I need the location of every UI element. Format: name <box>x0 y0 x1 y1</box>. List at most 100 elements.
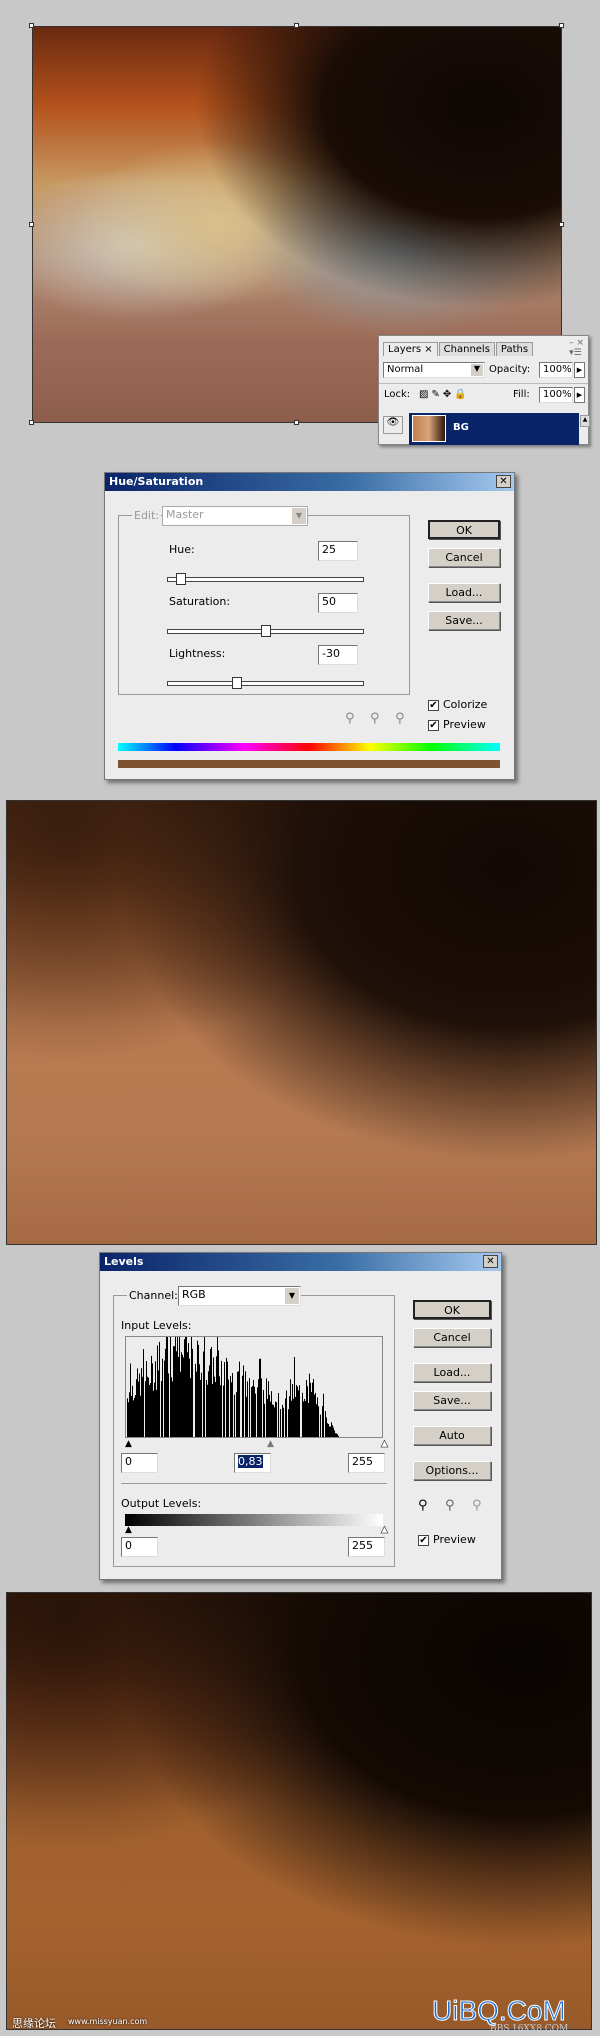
transform-handle[interactable] <box>559 222 564 227</box>
transform-handle[interactable] <box>294 420 299 425</box>
save-button[interactable]: Save... <box>428 611 500 630</box>
lock-all-icon[interactable]: 🔒 <box>454 389 469 400</box>
close-button[interactable]: ✕ <box>496 475 511 488</box>
histogram-bar <box>220 1385 221 1437</box>
preview-checkbox[interactable]: ✔ Preview <box>428 718 486 731</box>
transform-handle[interactable] <box>559 23 564 28</box>
cancel-button[interactable]: Cancel <box>413 1328 491 1347</box>
opacity-input[interactable]: 100% <box>539 362 573 378</box>
input-white-field[interactable]: 255 <box>348 1453 385 1473</box>
saturation-slider[interactable] <box>167 625 364 637</box>
result-color-bar <box>118 760 500 768</box>
histogram-bar <box>172 1381 173 1437</box>
histogram-bar <box>334 1430 335 1437</box>
transform-handle[interactable] <box>29 23 34 28</box>
scroll-up-button[interactable]: ▲ <box>580 415 590 427</box>
colorize-checkbox[interactable]: ✔ Colorize <box>428 698 487 711</box>
histogram-bar <box>326 1417 327 1437</box>
save-button[interactable]: Save... <box>413 1391 491 1410</box>
hue-slider[interactable] <box>167 573 364 585</box>
histogram-bar <box>268 1381 269 1437</box>
eyedropper-minus-icon[interactable]: ⚲ <box>395 711 405 726</box>
tab-paths[interactable]: Paths <box>495 342 534 356</box>
colorized-rust-image <box>6 800 597 1245</box>
histogram-bar <box>190 1378 191 1437</box>
edit-group <box>118 515 410 695</box>
lock-transparency-icon[interactable]: ▨ <box>419 389 431 400</box>
layer-row-bg[interactable]: BG <box>409 413 579 445</box>
histogram-bar <box>276 1402 277 1437</box>
white-point-slider[interactable]: ▲ <box>381 1439 389 1450</box>
cancel-button[interactable]: Cancel <box>428 548 500 567</box>
eyedropper-icon[interactable]: ⚲ <box>345 711 355 726</box>
histogram-bar <box>143 1349 144 1437</box>
chevron-down-icon: ▼ <box>285 1288 299 1304</box>
channel-select[interactable]: RGB ▼ <box>178 1286 301 1306</box>
histogram-bar <box>201 1372 202 1437</box>
histogram-bar <box>197 1340 198 1437</box>
gamma-slider[interactable]: ▲ <box>267 1439 274 1449</box>
load-button[interactable]: Load... <box>413 1363 491 1382</box>
histogram-bar <box>150 1383 151 1437</box>
options-button[interactable]: Options... <box>413 1461 491 1480</box>
transform-handle[interactable] <box>294 23 299 28</box>
black-point-slider[interactable]: ▲ <box>125 1439 132 1449</box>
white-eyedropper-icon[interactable]: ⚲ <box>472 1498 482 1513</box>
lightness-slider-thumb[interactable] <box>232 677 242 689</box>
gray-eyedropper-icon[interactable]: ⚲ <box>445 1498 455 1513</box>
transform-handle[interactable] <box>29 420 34 425</box>
transform-handle[interactable] <box>29 222 34 227</box>
close-button[interactable]: ✕ <box>483 1255 498 1268</box>
eyedropper-plus-icon[interactable]: ⚲ <box>370 711 380 726</box>
lightness-slider[interactable] <box>167 677 364 689</box>
lock-icons[interactable]: ▨✎✥🔒 <box>419 389 470 400</box>
lock-move-icon[interactable]: ✥ <box>443 389 454 400</box>
blend-mode-select[interactable]: Normal ▼ <box>383 362 485 378</box>
hue-label: Hue: <box>169 543 195 556</box>
opacity-arrow-icon[interactable]: ▶ <box>574 362 585 378</box>
ok-button[interactable]: OK <box>413 1300 491 1319</box>
histogram-bar <box>278 1393 279 1437</box>
histogram-bar <box>146 1361 147 1437</box>
histogram-bar <box>309 1373 310 1437</box>
histogram-bar <box>141 1368 142 1437</box>
input-gamma-field[interactable]: 0,83 <box>234 1453 271 1473</box>
lock-brush-icon[interactable]: ✎ <box>431 389 442 400</box>
saturation-input[interactable]: 50 <box>318 593 358 613</box>
tab-channels[interactable]: Channels <box>438 342 495 356</box>
histogram-bar <box>173 1346 174 1437</box>
histogram-bar <box>245 1371 246 1437</box>
histogram-bar <box>157 1345 158 1437</box>
load-button[interactable]: Load... <box>428 583 500 602</box>
histogram-bar <box>312 1382 313 1437</box>
histogram-bar <box>257 1387 258 1437</box>
output-white-slider[interactable]: ▲ <box>381 1525 389 1536</box>
output-white-field[interactable]: 255 <box>348 1537 385 1557</box>
auto-button[interactable]: Auto <box>413 1426 491 1445</box>
ok-button[interactable]: OK <box>428 520 500 539</box>
preview-checkbox[interactable]: ✔ Preview <box>418 1533 476 1546</box>
colorize-label: Colorize <box>443 698 488 711</box>
tab-layers[interactable]: Layers × <box>383 342 438 356</box>
histogram-bar <box>282 1404 283 1437</box>
input-black-field[interactable]: 0 <box>121 1453 158 1473</box>
histogram-bar <box>199 1364 200 1437</box>
histogram-bar <box>271 1391 272 1437</box>
lightness-input[interactable]: -30 <box>318 645 358 665</box>
hue-input[interactable]: 25 <box>318 541 358 561</box>
black-eyedropper-icon[interactable]: ⚲ <box>418 1498 428 1513</box>
histogram-bar <box>214 1376 215 1437</box>
fill-arrow-icon[interactable]: ▶ <box>574 387 585 403</box>
output-black-field[interactable]: 0 <box>121 1537 158 1557</box>
panel-menu-icon[interactable]: – × ▾☰ <box>569 338 584 358</box>
output-black-slider[interactable]: ▲ <box>125 1525 132 1535</box>
histogram-bar <box>328 1423 329 1437</box>
histogram-bar <box>135 1395 136 1437</box>
histogram-bar <box>191 1337 192 1437</box>
saturation-slider-thumb[interactable] <box>261 625 271 637</box>
hue-slider-thumb[interactable] <box>176 573 186 585</box>
histogram-bar <box>161 1380 162 1437</box>
histogram-bar <box>335 1433 336 1437</box>
fill-input[interactable]: 100% <box>539 387 573 403</box>
eye-icon[interactable]: 👁 <box>383 416 403 434</box>
